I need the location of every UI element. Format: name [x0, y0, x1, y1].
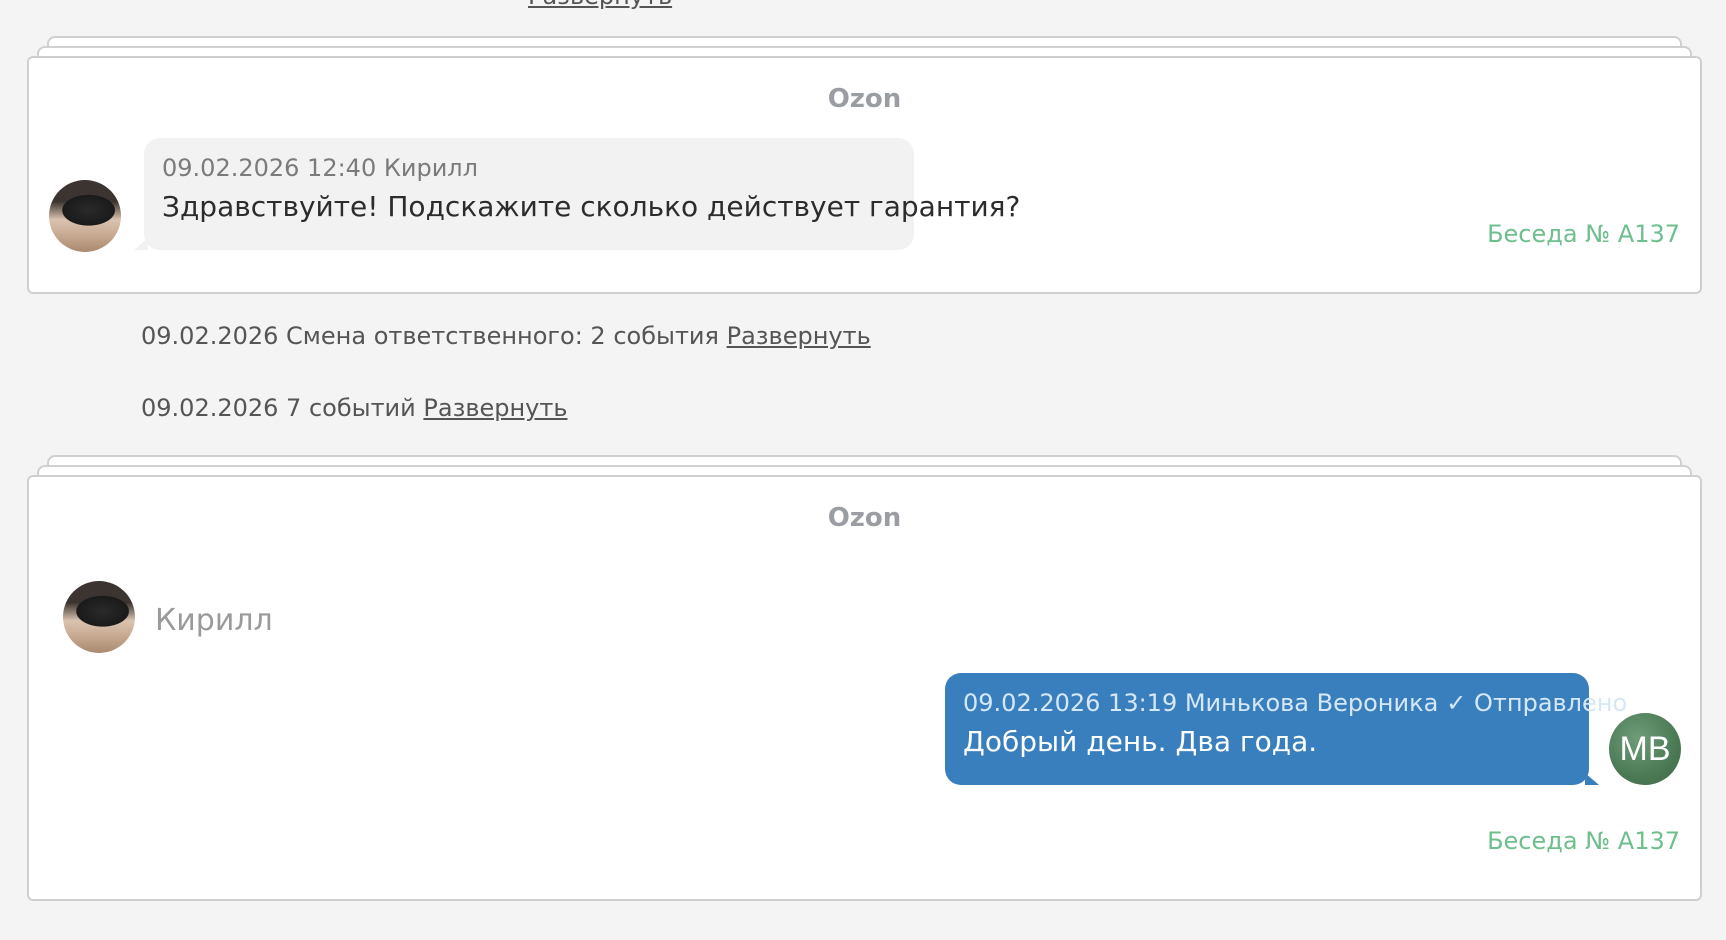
- author-name: Кирилл: [155, 603, 273, 638]
- expand-link[interactable]: Развернуть: [423, 394, 567, 422]
- event-row: 09.02.2026 Смена ответственного: 2 событ…: [141, 322, 871, 350]
- outgoing-message-bubble: 09.02.2026 13:19 Минькова Вероника ✓ Отпр…: [945, 673, 1627, 785]
- message-text: Добрый день. Два года.: [963, 725, 1318, 758]
- sent-status: ✓ Отправлено: [1446, 689, 1628, 717]
- expand-link[interactable]: Развернуть: [727, 322, 871, 350]
- message-meta-text: 09.02.2026 13:19 Минькова Вероника: [963, 689, 1439, 717]
- conversation-card-1: Ozon 09.02.2026 12:40 Кирилл Здравствуйт…: [27, 36, 1702, 294]
- conversation-card-2: Ozon Кирилл 09.02.2026 13:19 Минькова Ве…: [27, 455, 1702, 901]
- conversation-link[interactable]: Беседа № А137: [1487, 220, 1680, 248]
- message-meta: 09.02.2026 13:19 Минькова Вероника ✓ Отпр…: [963, 689, 1627, 717]
- incoming-message-bubble: 09.02.2026 12:40 Кирилл Здравствуйте! По…: [134, 138, 1021, 250]
- channel-title: Ozon: [827, 503, 902, 533]
- avatar[interactable]: [63, 581, 135, 653]
- channel-title: Ozon: [827, 84, 902, 114]
- avatar-initials[interactable]: МВ: [1609, 713, 1681, 785]
- conversation-card: Ozon 09.02.2026 12:40 Кирилл Здравствуйт…: [27, 56, 1702, 294]
- message-text: Здравствуйте! Подскажите сколько действу…: [162, 190, 1021, 223]
- expand-link[interactable]: Развернуть: [528, 0, 672, 10]
- message-meta: 09.02.2026 12:40 Кирилл: [162, 154, 478, 182]
- conversation-card: Ozon Кирилл 09.02.2026 13:19 Минькова Ве…: [27, 475, 1702, 901]
- event-row-cutoff: Развернуть: [520, 0, 672, 10]
- event-text: 09.02.2026 7 событий: [141, 394, 416, 422]
- event-row: 09.02.2026 7 событий Развернуть: [141, 394, 568, 422]
- conversation-link[interactable]: Беседа № А137: [1487, 827, 1680, 855]
- event-text: 09.02.2026 Смена ответственного: 2 событ…: [141, 322, 719, 350]
- avatar[interactable]: [49, 180, 121, 252]
